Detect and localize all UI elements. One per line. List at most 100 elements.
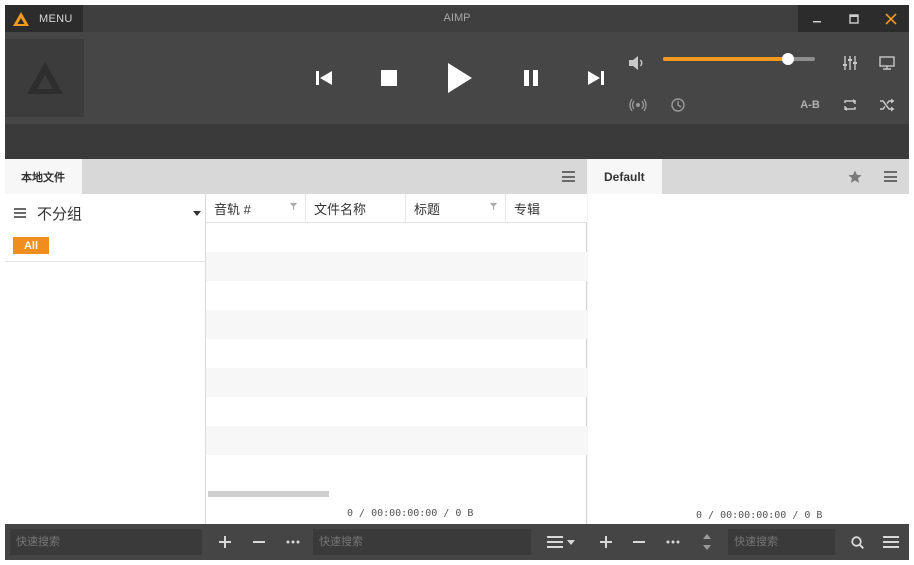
library-menu-button[interactable]: [562, 171, 575, 182]
playlist-menu-button[interactable]: [884, 171, 897, 182]
minus-icon: [633, 541, 645, 543]
star-icon: [848, 170, 862, 183]
next-button[interactable]: [583, 65, 609, 91]
stop-icon: [381, 70, 397, 86]
aimp-window: MENU AIMP A-B 本地文件 Default 不分组 All 音轨 # …: [5, 5, 909, 560]
column-header-album[interactable]: 专辑: [506, 194, 587, 223]
table-row: [206, 397, 587, 426]
table-row: [206, 281, 587, 310]
bottom-toolbar: [5, 524, 909, 560]
library-status: 0 / 00:00:00:00 / 0 B: [347, 508, 474, 519]
window-controls: [798, 5, 909, 32]
menu-lines-icon: [562, 171, 575, 173]
minimize-button[interactable]: [798, 5, 835, 32]
volume-icon: [629, 56, 643, 70]
next-icon: [588, 71, 604, 85]
aimp-logo-icon: [26, 62, 63, 94]
view-options-button[interactable]: [542, 529, 580, 555]
library-panel: 不分组 All 音轨 # 文件名称 标题 专辑 0 / 00:00:00:00 …: [5, 194, 587, 524]
track-table: 音轨 # 文件名称 标题 专辑 0 / 00:00:00:00 / 0 B: [206, 194, 587, 524]
radio-button[interactable]: [627, 95, 649, 115]
divider: [5, 261, 206, 262]
tab-default-playlist[interactable]: Default: [588, 159, 662, 194]
group-search-input[interactable]: [10, 529, 202, 555]
more-icon: [286, 540, 300, 544]
track-info-bar: [5, 124, 909, 159]
column-label: 文件名称: [314, 202, 367, 217]
previous-icon: [316, 71, 332, 85]
playlist-more-button[interactable]: [661, 529, 685, 555]
group-mode-dropdown[interactable]: 不分组: [14, 203, 201, 223]
minus-icon: [253, 541, 265, 543]
add-button[interactable]: [213, 529, 237, 555]
playlist-tab-bar: Default: [588, 159, 909, 194]
all-filter-tag[interactable]: All: [13, 237, 49, 254]
table-row: [206, 426, 587, 455]
shuffle-icon: [880, 98, 895, 112]
plus-icon: [600, 536, 612, 548]
table-row: [206, 223, 587, 252]
visualization-button[interactable]: [876, 53, 898, 73]
table-body: [206, 223, 587, 485]
sort-button[interactable]: [695, 529, 719, 555]
menu-lines-icon: [547, 536, 563, 548]
aimp-logo-icon: [13, 11, 29, 26]
menu-label: MENU: [39, 12, 73, 25]
timer-icon: [671, 98, 685, 112]
group-mode-label: 不分组: [37, 205, 83, 223]
table-row: [206, 455, 587, 484]
remove-button[interactable]: [247, 529, 271, 555]
maximize-icon: [848, 13, 859, 24]
radio-icon: [629, 99, 647, 111]
visualization-icon: [879, 56, 895, 70]
title-bar: MENU AIMP: [5, 5, 909, 32]
column-header-filename[interactable]: 文件名称: [306, 194, 406, 223]
equalizer-icon: [843, 56, 857, 70]
column-header-track[interactable]: 音轨 #: [206, 194, 306, 223]
volume-slider-handle[interactable]: [781, 53, 794, 65]
pause-button[interactable]: [518, 65, 544, 91]
bottom-menu-button[interactable]: [878, 529, 904, 555]
maximize-button[interactable]: [835, 5, 872, 32]
ab-repeat-button[interactable]: A-B: [798, 95, 822, 115]
repeat-button[interactable]: [839, 95, 861, 115]
library-search-input[interactable]: [313, 529, 531, 555]
volume-slider-fill: [663, 57, 788, 61]
play-icon: [448, 63, 472, 93]
more-icon: [666, 540, 680, 544]
search-icon: [850, 535, 864, 549]
timer-button[interactable]: [667, 95, 689, 115]
playlist-search-input[interactable]: [728, 529, 835, 555]
tab-local-files[interactable]: 本地文件: [5, 159, 82, 194]
volume-slider[interactable]: [663, 53, 815, 65]
close-button[interactable]: [872, 5, 909, 32]
table-row: [206, 310, 587, 339]
player-panel: A-B: [5, 32, 909, 124]
column-label: 标题: [414, 202, 441, 217]
playlist-status: 0 / 00:00:00:00 / 0 B: [696, 510, 823, 521]
table-row: [206, 368, 587, 397]
search-button[interactable]: [845, 529, 869, 555]
plus-icon: [219, 536, 231, 548]
favorite-button[interactable]: [846, 168, 864, 186]
column-header-title[interactable]: 标题: [406, 194, 506, 223]
stop-button[interactable]: [376, 65, 402, 91]
close-icon: [884, 12, 897, 25]
playlist-remove-button[interactable]: [627, 529, 651, 555]
mute-button[interactable]: [626, 53, 648, 73]
filter-icon: [290, 203, 297, 210]
table-row: [206, 339, 587, 368]
shuffle-button[interactable]: [876, 95, 898, 115]
equalizer-button[interactable]: [839, 53, 861, 73]
previous-button[interactable]: [311, 65, 337, 91]
play-button[interactable]: [442, 59, 478, 97]
more-button[interactable]: [281, 529, 305, 555]
column-label: 音轨 #: [214, 202, 251, 217]
horizontal-scrollbar[interactable]: [208, 491, 329, 497]
main-menu-button[interactable]: MENU: [5, 5, 83, 32]
library-tab-bar: 本地文件: [5, 159, 587, 194]
menu-lines-icon: [884, 171, 897, 173]
pause-icon: [524, 70, 538, 86]
filter-icon: [490, 203, 497, 210]
playlist-add-button[interactable]: [594, 529, 618, 555]
